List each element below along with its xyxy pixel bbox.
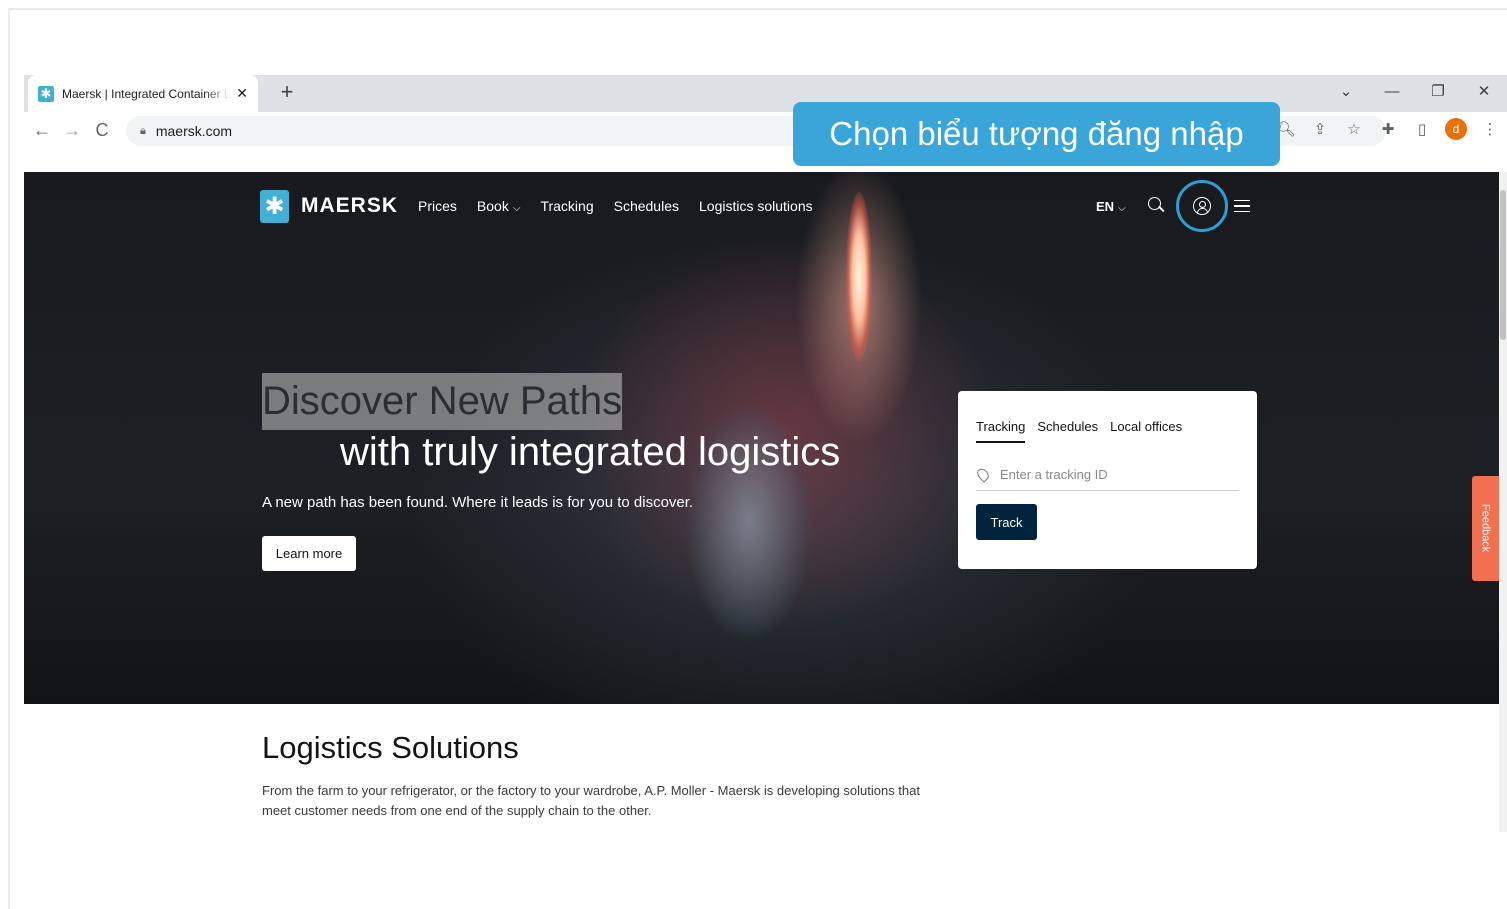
close-window-icon[interactable]: ✕ [1461, 75, 1507, 107]
chevron-down-icon: ⌵ [512, 203, 521, 214]
header-actions: EN ⌵ [1096, 172, 1250, 240]
share-icon[interactable]: ⇪ [1309, 120, 1331, 138]
browser-tabstrip: ✱ Maersk | Integrated Container Lo ✕ + ⌄… [24, 75, 1507, 112]
bookmark-star-icon[interactable]: ☆ [1343, 120, 1365, 138]
learn-more-button[interactable]: Learn more [262, 536, 356, 571]
nav-book-label: Book [476, 198, 509, 214]
track-button[interactable]: Track [976, 504, 1037, 540]
tab-local-offices[interactable]: Local offices [1110, 419, 1182, 443]
search-icon[interactable] [1147, 197, 1166, 215]
user-account-icon [1192, 197, 1211, 215]
extensions-icon[interactable]: ✚ [1377, 120, 1399, 138]
language-label: EN [1096, 198, 1115, 214]
tab-tracking[interactable]: Tracking [976, 419, 1026, 443]
feedback-label: Feedback [1479, 504, 1492, 553]
tab-schedules[interactable]: Schedules [1037, 419, 1098, 443]
nav-book[interactable]: Book ⌵ [477, 198, 521, 214]
forward-arrow-icon[interactable]: → [60, 120, 84, 141]
browser-toolbar: ← → C 🔒︎ maersk.com 🔍︎ ⇪ ☆ ✚ ▯ d ⋮ [24, 112, 1507, 150]
side-panel-icon[interactable]: ▯ [1411, 120, 1433, 138]
tab-close-icon[interactable]: ✕ [236, 85, 248, 102]
instruction-callout: Chọn biểu tượng đăng nhập [793, 102, 1280, 166]
location-pin-icon [974, 466, 992, 483]
new-tab-button[interactable]: + [274, 79, 300, 105]
nav-prices[interactable]: Prices [418, 198, 457, 214]
tracking-id-input[interactable] [1000, 467, 1220, 482]
maersk-star-icon: ✱ [38, 85, 54, 102]
nav-tracking[interactable]: Tracking [540, 198, 593, 214]
hero-title-line2: with truly integrated logistics [340, 430, 841, 474]
scrollbar-thumb[interactable] [1500, 190, 1506, 340]
maersk-logo-text[interactable]: MAERSK [301, 194, 398, 218]
nav-schedules[interactable]: Schedules [614, 198, 679, 214]
profile-avatar[interactable]: d [1445, 118, 1467, 140]
tracking-card: Tracking Schedules Local offices Track [958, 391, 1257, 569]
tracking-tabs: Tracking Schedules Local offices [976, 419, 1239, 443]
lock-icon: 🔒︎ [140, 124, 146, 137]
feedback-tab[interactable]: Feedback [1472, 476, 1499, 581]
site-header: ✱ MAERSK Prices Book ⌵ Tracking Schedules… [260, 172, 813, 240]
url-text: maersk.com [155, 123, 233, 139]
more-menu-icon[interactable]: ⋮ [1479, 120, 1501, 138]
person-figure-image [664, 372, 834, 704]
back-arrow-icon[interactable]: ← [30, 120, 54, 141]
maersk-star-logo-icon[interactable]: ✱ [260, 189, 289, 223]
reload-icon[interactable]: C [90, 120, 114, 141]
login-button[interactable] [1175, 180, 1228, 232]
logistics-solutions-description: From the farm to your refrigerator, or t… [262, 783, 920, 818]
logistics-solutions-title: Logistics Solutions [262, 730, 519, 765]
nav-logistics-solutions[interactable]: Logistics solutions [699, 198, 813, 214]
chevron-down-icon: ⌵ [1118, 202, 1126, 214]
restore-icon[interactable]: ❐ [1415, 75, 1461, 107]
tracking-input-row [974, 466, 1239, 491]
tab-title: Maersk | Integrated Container Lo [62, 86, 231, 101]
hero-title-line1: Discover New Paths [262, 373, 623, 430]
toolbar-icons: 🔍︎ ⇪ ☆ ✚ ▯ d ⋮ [1275, 118, 1501, 140]
hero-subtitle: A new path has been found. Where it lead… [262, 494, 694, 511]
window-controls: ⌄ — ❐ ✕ [1323, 75, 1507, 107]
minimize-icon[interactable]: — [1369, 75, 1415, 107]
torch-glow-image [846, 192, 872, 362]
browser-tab[interactable]: ✱ Maersk | Integrated Container Lo ✕ [28, 75, 258, 112]
hero-section: ✱ MAERSK Prices Book ⌵ Tracking Schedules… [24, 172, 1499, 704]
main-nav: Prices Book ⌵ Tracking Schedules Logistic… [418, 198, 813, 214]
hamburger-menu-icon[interactable] [1233, 200, 1250, 212]
tab-search-icon[interactable]: ⌄ [1323, 75, 1369, 107]
language-selector[interactable]: EN ⌵ [1096, 199, 1126, 214]
